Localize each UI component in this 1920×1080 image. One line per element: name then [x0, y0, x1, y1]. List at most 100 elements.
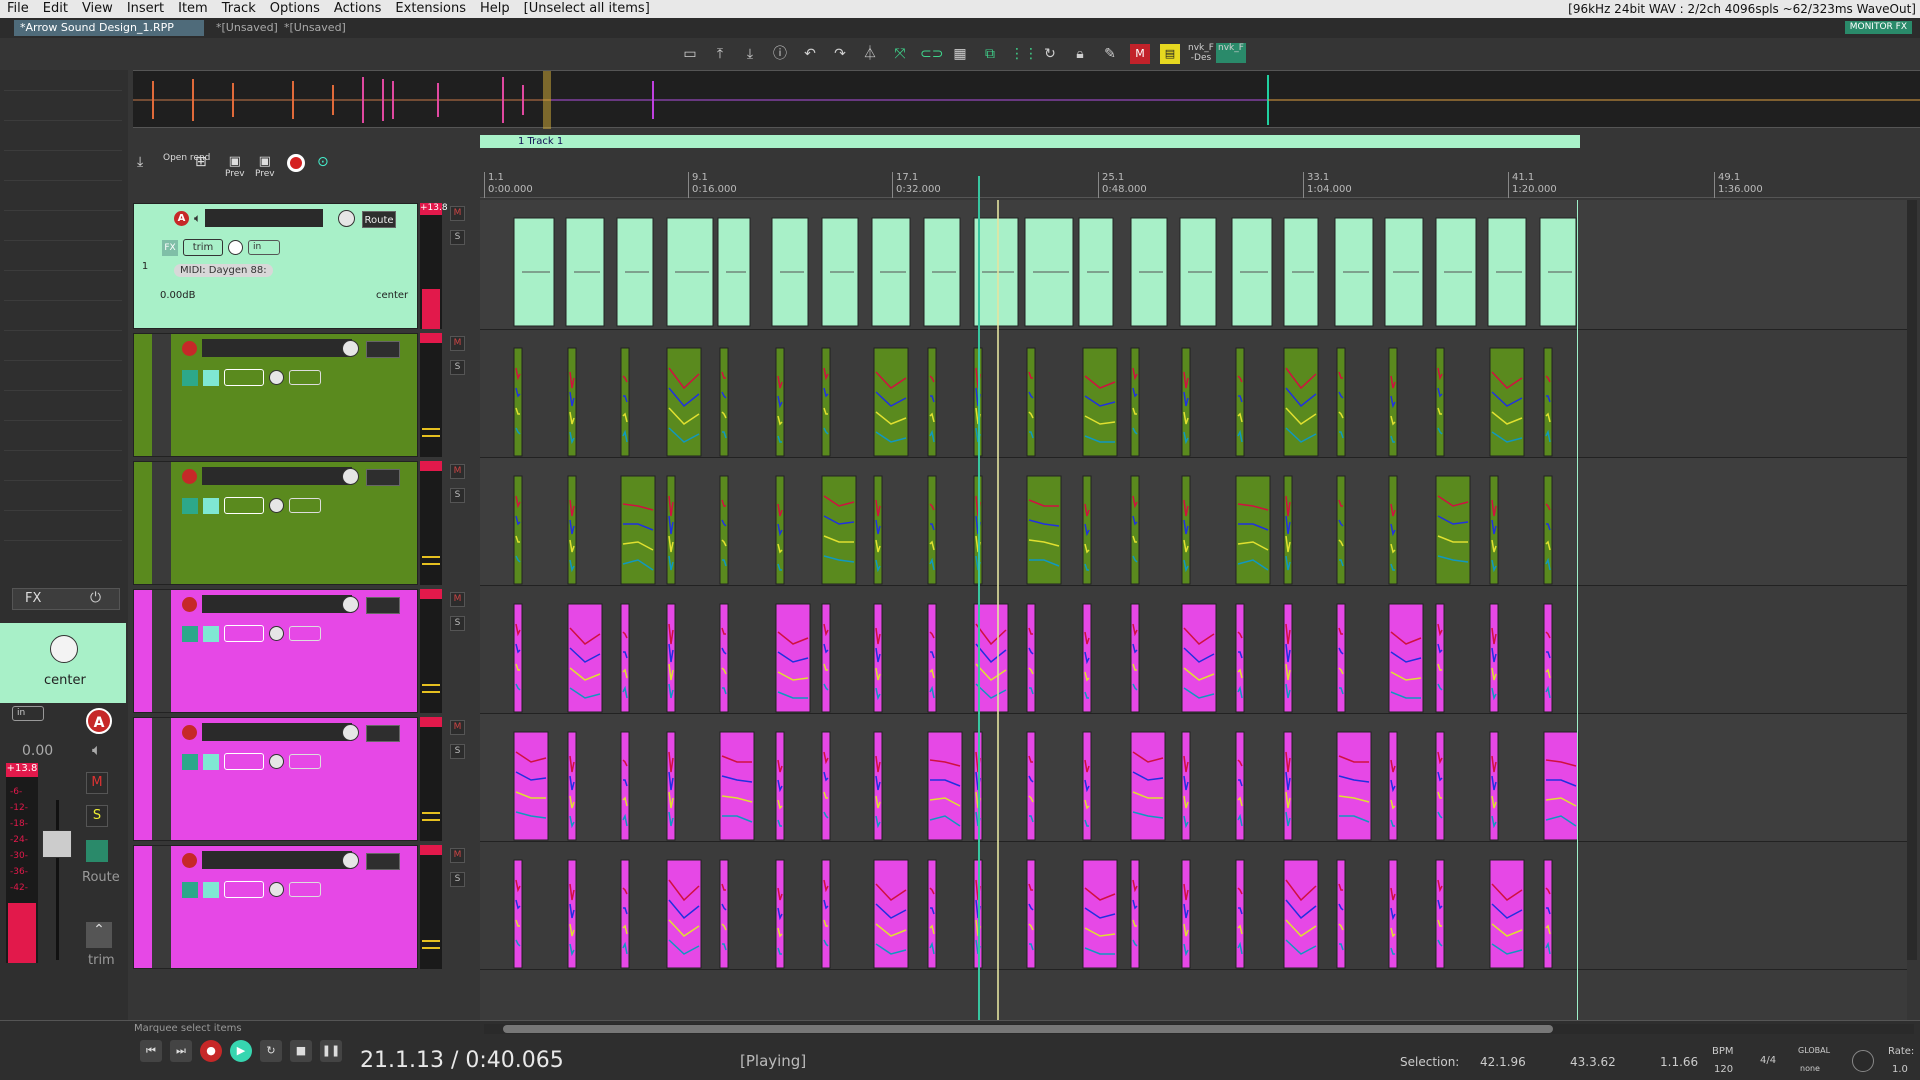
media-item[interactable]: [1435, 859, 1445, 969]
nvk-button[interactable]: nvk_F: [1216, 43, 1246, 63]
record-icon[interactable]: [287, 154, 305, 172]
media-item[interactable]: [775, 603, 811, 713]
media-item[interactable]: [1543, 475, 1553, 585]
trim-button[interactable]: trim: [183, 239, 223, 256]
route-button[interactable]: Route: [362, 211, 396, 228]
media-item[interactable]: [719, 731, 755, 841]
media-item[interactable]: [821, 731, 831, 841]
tab-unsaved-2[interactable]: *[Unsaved]: [278, 20, 352, 36]
fx-bypass-button[interactable]: [203, 369, 219, 386]
track-4[interactable]: [133, 589, 418, 713]
menu-extensions[interactable]: Extensions: [388, 0, 473, 18]
media-item[interactable]: [927, 603, 937, 713]
media-item[interactable]: [1130, 731, 1166, 841]
media-item[interactable]: [1435, 603, 1445, 713]
mixer-speaker-icon[interactable]: 🔈︎: [92, 740, 102, 760]
mixer-record-arm[interactable]: A: [86, 708, 112, 734]
route-button[interactable]: [366, 853, 400, 870]
pan-knob[interactable]: [269, 754, 284, 769]
fx-button[interactable]: [182, 625, 198, 642]
playhead[interactable]: [978, 176, 980, 1020]
fx-button[interactable]: [182, 497, 198, 514]
waveform-overview[interactable]: [133, 70, 1920, 129]
unselect-all-items[interactable]: [Unselect all items]: [517, 0, 657, 18]
media-item[interactable]: [1026, 859, 1036, 969]
media-item[interactable]: [567, 603, 603, 713]
pan-knob[interactable]: [269, 626, 284, 641]
input-select[interactable]: in: [248, 240, 280, 255]
volume-knob[interactable]: [342, 852, 359, 869]
track-name-field[interactable]: [205, 209, 324, 227]
track-name-field[interactable]: [202, 595, 352, 613]
snap-icon[interactable]: ⤧: [890, 44, 910, 64]
media-item[interactable]: [873, 347, 909, 457]
route-button[interactable]: [366, 469, 400, 486]
volume-knob[interactable]: [342, 468, 359, 485]
media-item[interactable]: [1130, 475, 1140, 585]
route-button[interactable]: [366, 341, 400, 358]
media-item[interactable]: [1235, 731, 1245, 841]
track-name-field[interactable]: [202, 339, 352, 357]
new-project-icon[interactable]: ▭: [680, 44, 700, 64]
media-item[interactable]: [821, 603, 831, 713]
media-item[interactable]: [513, 603, 523, 713]
media-item[interactable]: [620, 603, 630, 713]
media-item[interactable]: [1026, 603, 1036, 713]
media-item[interactable]: [927, 347, 937, 457]
menu-actions[interactable]: Actions: [327, 0, 389, 18]
ripple-icon[interactable]: ⧉: [980, 44, 1000, 64]
region-icon[interactable]: ⊞: [195, 154, 207, 170]
metronome-icon[interactable]: ⏃: [860, 44, 880, 64]
mixer-fx-button[interactable]: FX: [12, 588, 120, 610]
mute-button[interactable]: M: [450, 464, 465, 479]
mute-button[interactable]: M: [450, 592, 465, 607]
media-item[interactable]: [821, 475, 857, 585]
volume-knob[interactable]: [342, 340, 359, 357]
menu-insert[interactable]: Insert: [120, 0, 171, 18]
media-item[interactable]: [1235, 603, 1245, 713]
menu-track[interactable]: Track: [215, 0, 263, 18]
tab-project-arrow[interactable]: *Arrow Sound Design_1.RPP: [14, 20, 204, 36]
track-2[interactable]: [133, 333, 418, 457]
track-6[interactable]: [133, 845, 418, 969]
media-item[interactable]: [1283, 859, 1319, 969]
media-item[interactable]: [1489, 347, 1525, 457]
solo-button[interactable]: S: [450, 744, 465, 759]
media-item[interactable]: [1489, 859, 1525, 969]
media-item[interactable]: [1235, 347, 1245, 457]
mute-toolbar-button[interactable]: M: [1130, 44, 1150, 64]
region-marker[interactable]: 1 Track 1: [480, 135, 1580, 148]
solo-button[interactable]: S: [450, 616, 465, 631]
horizontal-scroll-thumb[interactable]: [503, 1025, 1553, 1033]
mute-button[interactable]: M: [450, 720, 465, 735]
save-as-icon[interactable]: ⤓: [740, 44, 760, 64]
render-icon[interactable]: ⤓: [137, 154, 143, 170]
media-item[interactable]: [1026, 475, 1062, 585]
fx-button[interactable]: [182, 753, 198, 770]
media-item[interactable]: [927, 859, 937, 969]
midi-input-select[interactable]: MIDI: Daygen 88:: [174, 264, 273, 277]
preview-button-2[interactable]: ▣ Prev: [255, 154, 275, 179]
media-item[interactable]: [513, 731, 549, 841]
selection-end[interactable]: 43.3.62: [1570, 1055, 1616, 1069]
trim-button[interactable]: [224, 881, 264, 898]
media-item[interactable]: [1543, 603, 1553, 713]
media-item[interactable]: [1082, 859, 1118, 969]
trim-button[interactable]: [224, 625, 264, 642]
loop-icon[interactable]: ↻: [1040, 44, 1060, 64]
volume-knob[interactable]: [342, 724, 359, 741]
mixer-mute-button[interactable]: M: [86, 772, 108, 794]
media-item[interactable]: [719, 603, 729, 713]
input-select[interactable]: [289, 754, 321, 769]
media-item[interactable]: [1435, 731, 1445, 841]
input-select[interactable]: [289, 370, 321, 385]
trim-button[interactable]: [224, 497, 264, 514]
mute-button[interactable]: M: [450, 848, 465, 863]
media-item[interactable]: [1130, 859, 1140, 969]
track-name-field[interactable]: [202, 723, 352, 741]
grid-icon[interactable]: ▦: [950, 44, 970, 64]
mixer-trim-icon[interactable]: ⌃: [86, 922, 112, 948]
global-mode[interactable]: none: [1800, 1064, 1820, 1073]
media-item[interactable]: [1181, 603, 1217, 713]
media-item[interactable]: [1283, 347, 1319, 457]
